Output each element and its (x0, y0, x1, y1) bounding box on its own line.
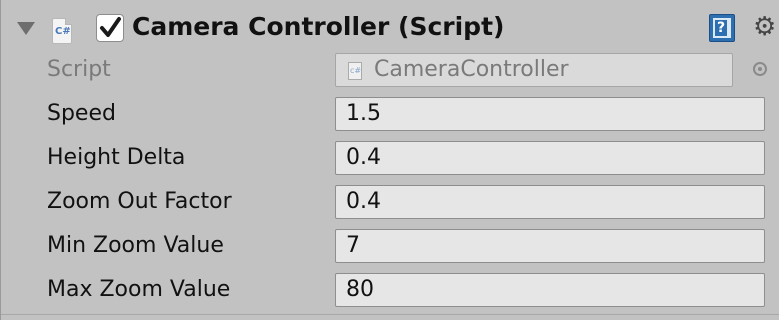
divider (1, 314, 779, 315)
speed-value: 1.5 (346, 101, 381, 126)
component-title: Camera Controller (Script) (132, 12, 505, 41)
script-label: Script (47, 57, 111, 82)
csharp-script-icon (52, 18, 72, 44)
script-reference-value: CameraController (374, 57, 569, 82)
property-row-speed: Speed 1.5 (1, 93, 779, 137)
inspector-component-panel: Camera Controller (Script) ? ⚙ Script Ca… (0, 0, 779, 320)
zoom-out-factor-value: 0.4 (346, 189, 381, 214)
property-row-height-delta: Height Delta 0.4 (1, 137, 779, 181)
max-zoom-value-field[interactable]: 80 (335, 273, 765, 307)
height-delta-label: Height Delta (47, 145, 186, 170)
script-file-icon (348, 62, 362, 80)
min-zoom-value-label: Min Zoom Value (47, 233, 224, 258)
zoom-out-factor-label: Zoom Out Factor (47, 189, 232, 214)
script-reference-field[interactable]: CameraController (335, 53, 733, 87)
gear-icon[interactable]: ⚙ (753, 14, 776, 40)
help-book-icon[interactable]: ? (709, 14, 735, 42)
property-row-min-zoom-value: Min Zoom Value 7 (1, 225, 779, 269)
foldout-arrow-icon[interactable] (17, 22, 35, 35)
zoom-out-factor-field[interactable]: 0.4 (335, 185, 765, 219)
speed-field[interactable]: 1.5 (335, 97, 765, 131)
property-row-zoom-out-factor: Zoom Out Factor 0.4 (1, 181, 779, 225)
height-delta-value: 0.4 (346, 145, 381, 170)
max-zoom-value-label: Max Zoom Value (47, 277, 231, 302)
min-zoom-value-value: 7 (346, 233, 360, 258)
max-zoom-value-value: 80 (346, 277, 374, 302)
object-picker-icon[interactable] (753, 62, 767, 76)
component-enabled-checkbox[interactable] (96, 14, 124, 42)
speed-label: Speed (47, 101, 116, 126)
checkmark-icon (100, 17, 121, 37)
script-row: Script CameraController (1, 49, 779, 93)
height-delta-field[interactable]: 0.4 (335, 141, 765, 175)
min-zoom-value-field[interactable]: 7 (335, 229, 765, 263)
property-row-max-zoom-value: Max Zoom Value 80 (1, 269, 779, 313)
